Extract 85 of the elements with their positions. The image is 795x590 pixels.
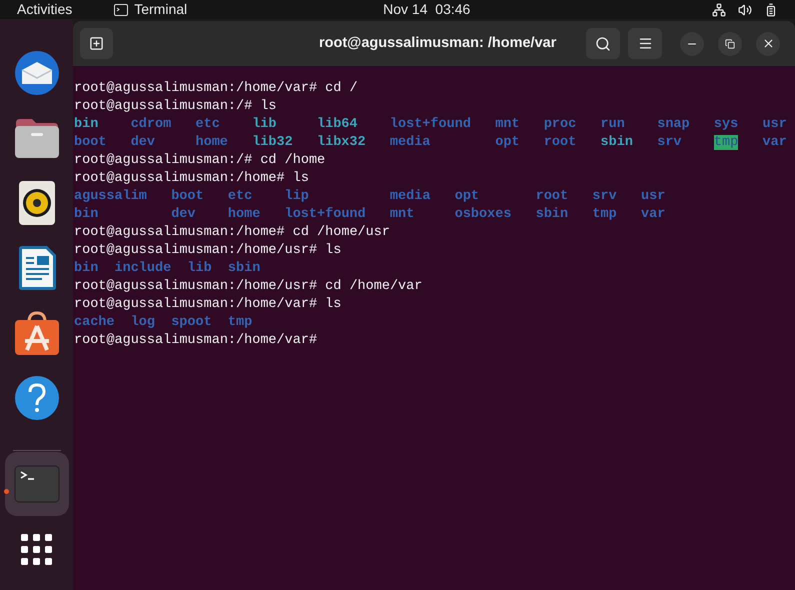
- terminal-line: root@agussalimusman:/home# cd /home/usr: [74, 224, 390, 242]
- shopping-bag-icon: [14, 310, 60, 356]
- directory-name: lib64: [317, 117, 358, 132]
- terminal-line: root@agussalimusman:/home/usr# cd /home/var: [74, 278, 422, 296]
- directory-name: snap: [657, 117, 690, 132]
- new-tab-icon: [89, 36, 104, 51]
- help-icon: [14, 375, 60, 421]
- directory-name: media: [390, 189, 430, 204]
- directory-name: sbin: [228, 261, 260, 276]
- directory-name: osboxes: [454, 207, 512, 222]
- directory-name: lib32: [252, 135, 293, 150]
- directory-name: bin: [74, 207, 98, 222]
- directory-name: opt: [454, 189, 480, 204]
- directory-name: libx32: [317, 135, 366, 150]
- directory-name: bin: [74, 117, 98, 132]
- directory-name: tmp: [714, 135, 738, 150]
- terminal-line: root@agussalimusman:/# cd /home: [74, 152, 326, 170]
- window-title: root@agussalimusman: /home/var: [319, 34, 556, 53]
- close-icon: [762, 37, 775, 50]
- directory-name: log: [130, 315, 156, 330]
- search-button[interactable]: [586, 28, 620, 59]
- directory-name: include: [114, 261, 172, 276]
- terminal-line: root@agussalimusman:/home/var# cd /: [74, 80, 358, 98]
- directory-name: etc: [196, 117, 220, 132]
- directory-name: boot: [74, 135, 106, 150]
- new-tab-button[interactable]: [80, 28, 113, 59]
- app-grid-icon: [20, 534, 52, 566]
- terminal-line: root@agussalimusman:/home# ls: [74, 170, 309, 188]
- restore-button[interactable]: [718, 32, 742, 56]
- mail-icon: [14, 50, 60, 96]
- directory-name: proc: [544, 117, 576, 132]
- directory-name: lost+found: [284, 207, 366, 222]
- folder-icon: [14, 117, 60, 159]
- directory-name: cdrom: [130, 117, 172, 132]
- terminal-line: root@agussalimusman:/home/var#: [74, 332, 318, 350]
- speaker-icon: [18, 180, 56, 226]
- menu-button[interactable]: [628, 28, 662, 59]
- directory-name: opt: [495, 135, 520, 150]
- network-icon[interactable]: [712, 2, 726, 16]
- terminal-line: root@agussalimusman:/home/usr# ls: [74, 242, 342, 260]
- directory-name: usr: [762, 117, 787, 132]
- directory-name: tmp: [228, 315, 252, 330]
- terminal-icon: [14, 465, 60, 503]
- search-icon: [595, 36, 612, 52]
- directory-name: etc: [228, 189, 252, 204]
- terminal-line: root@agussalimusman:/home/var# ls: [74, 296, 342, 314]
- terminal-line: root@agussalimusman:/# ls: [74, 98, 277, 116]
- directory-name: run: [600, 117, 625, 132]
- menu-icon: [638, 36, 653, 51]
- directory-name: root: [544, 135, 576, 150]
- directory-name: spoot: [171, 315, 212, 330]
- document-icon: [16, 245, 56, 291]
- clock[interactable]: Nov 14 03:46: [383, 0, 470, 20]
- directory-name: dev: [171, 207, 196, 222]
- directory-name: lib: [252, 117, 277, 132]
- restore-icon: [725, 38, 736, 48]
- directory-name: agussalim: [74, 189, 147, 204]
- terminal-icon: [114, 4, 128, 16]
- directory-name: sbin: [600, 135, 633, 150]
- directory-name: lip: [284, 189, 309, 204]
- directory-name: home: [196, 135, 228, 150]
- directory-name: dev: [130, 135, 156, 150]
- app-name[interactable]: Terminal: [134, 0, 188, 20]
- directory-name: cache: [74, 315, 115, 330]
- directory-name: tmp: [592, 207, 617, 222]
- directory-name: srv: [657, 135, 682, 150]
- directory-name: root: [536, 189, 568, 204]
- close-button[interactable]: [756, 32, 780, 56]
- directory-name: media: [390, 135, 430, 150]
- directory-name: mnt: [390, 207, 414, 222]
- volume-icon[interactable]: [738, 2, 752, 16]
- battery-icon[interactable]: [764, 2, 778, 16]
- directory-name: sbin: [536, 207, 568, 222]
- directory-name: var: [641, 207, 666, 222]
- activities-button[interactable]: Activities: [17, 0, 72, 20]
- directory-name: bin: [74, 261, 98, 276]
- directory-name: srv: [592, 189, 617, 204]
- directory-name: mnt: [495, 117, 520, 132]
- directory-name: boot: [171, 189, 204, 204]
- directory-name: usr: [641, 189, 666, 204]
- directory-name: var: [762, 135, 787, 150]
- directory-name: sys: [714, 117, 738, 132]
- directory-name: lost+found: [390, 117, 471, 132]
- directory-name: home: [228, 207, 260, 222]
- directory-name: lib: [187, 261, 212, 276]
